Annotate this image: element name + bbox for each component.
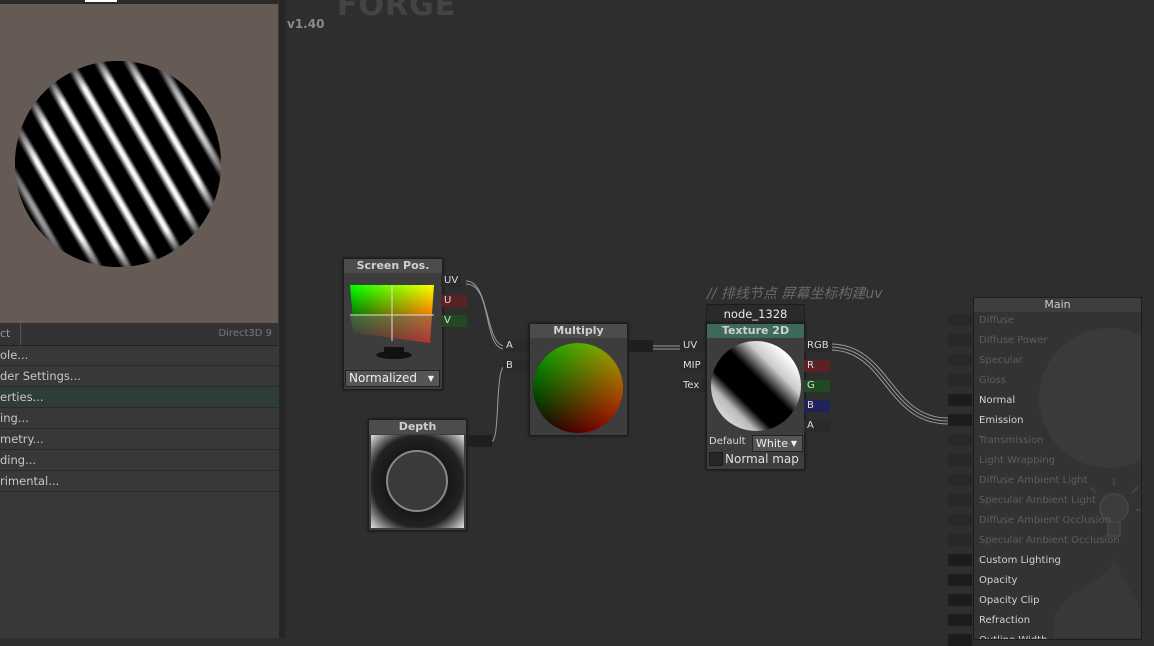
dropdown-value: White xyxy=(756,437,788,450)
node-comment: // 排线节点 屏幕坐标构建uv xyxy=(707,286,883,302)
main-input-specular-ambient-light: Specular Ambient Light xyxy=(979,495,1097,506)
main-input-gloss: Gloss xyxy=(979,375,1007,386)
node-depth[interactable]: Depth xyxy=(368,419,467,531)
depth-preview xyxy=(371,435,464,528)
chevron-down-icon: ▼ xyxy=(790,439,797,448)
main-input-socket[interactable] xyxy=(948,374,972,386)
default-color-dropdown[interactable]: White ▼ xyxy=(752,435,803,452)
input-port-a[interactable]: A xyxy=(503,340,531,352)
screen-pos-preview xyxy=(350,285,434,359)
main-input-socket[interactable] xyxy=(948,414,972,426)
output-port-u[interactable]: U xyxy=(441,295,467,307)
input-port-mip[interactable]: MIP xyxy=(680,360,706,372)
main-input-socket[interactable] xyxy=(948,614,972,626)
multiply-preview xyxy=(533,343,623,433)
main-input-socket[interactable] xyxy=(948,534,972,546)
main-input-socket[interactable] xyxy=(948,474,972,486)
input-port-tex[interactable]: Tex xyxy=(680,380,706,392)
main-input-opacity[interactable]: Opacity xyxy=(979,571,1017,591)
output-port-multiply[interactable] xyxy=(627,340,653,352)
wire-depth-to-b xyxy=(491,365,506,442)
node-id-label[interactable]: node_1328 xyxy=(706,304,805,324)
main-input-socket[interactable] xyxy=(948,354,972,366)
output-port-r[interactable]: R xyxy=(804,360,830,372)
main-input-diffuse: Diffuse xyxy=(979,315,1015,326)
main-input-socket[interactable] xyxy=(948,314,972,326)
main-input-socket[interactable] xyxy=(948,334,972,346)
chevron-down-icon: ▼ xyxy=(427,374,434,383)
main-input-diffuse-ambient-occlusion: Diffuse Ambient Occlusion xyxy=(979,515,1111,526)
wire-rgb-to-emission xyxy=(829,343,949,419)
texture-preview xyxy=(711,341,801,431)
wire-uv-to-a xyxy=(465,280,506,347)
output-port-v[interactable]: V xyxy=(441,315,467,327)
main-input-socket[interactable] xyxy=(948,454,972,466)
main-input-normal[interactable]: Normal xyxy=(979,391,1015,411)
main-input-diffuse-ambient-light: Diffuse Ambient Light xyxy=(979,475,1088,486)
main-input-emission[interactable]: Emission xyxy=(979,411,1024,431)
output-port-g[interactable]: G xyxy=(804,380,830,392)
node-title: Depth xyxy=(369,420,466,434)
node-title: Texture 2D xyxy=(707,324,804,338)
main-input-socket[interactable] xyxy=(948,574,972,586)
screen-pos-mode-dropdown[interactable]: Normalized ▼ xyxy=(345,370,440,387)
input-port-uv[interactable]: UV xyxy=(680,340,706,352)
main-input-socket[interactable] xyxy=(948,594,972,606)
main-input-transmission: Transmission xyxy=(979,435,1044,446)
main-input-specular: Specular xyxy=(979,355,1023,366)
node-screen-pos[interactable]: Screen Pos. Normalized ▼ xyxy=(343,258,443,390)
node-title: Main xyxy=(974,298,1141,312)
node-title: Screen Pos. xyxy=(344,259,442,273)
output-port-uv[interactable]: UV xyxy=(441,275,462,287)
main-input-light-wrapping: Light Wrapping xyxy=(979,455,1055,466)
main-input-specular-ambient-occlusion: Specular Ambient Occlusion xyxy=(979,535,1120,546)
node-main[interactable]: Main Diffuse Diffuse Power Specular Glos… xyxy=(973,297,1142,640)
main-input-socket[interactable] xyxy=(948,494,972,506)
output-port-depth[interactable] xyxy=(466,435,492,447)
main-input-opacity-clip[interactable]: Opacity Clip xyxy=(979,591,1040,611)
node-title: Multiply xyxy=(530,324,627,338)
main-input-refraction[interactable]: Refraction xyxy=(979,611,1030,631)
normal-map-checkbox[interactable] xyxy=(709,452,723,466)
main-input-socket[interactable] xyxy=(948,434,972,446)
node-texture2d[interactable]: Texture 2D Default White ▼ Normal map xyxy=(706,323,805,470)
node-multiply[interactable]: Multiply xyxy=(529,323,628,436)
main-input-socket[interactable] xyxy=(948,554,972,566)
main-input-socket[interactable] xyxy=(948,514,972,526)
main-input-custom-lighting[interactable]: Custom Lighting xyxy=(979,551,1061,571)
main-input-socket[interactable] xyxy=(948,394,972,406)
output-port-a[interactable]: A xyxy=(804,420,830,432)
main-input-outline-width[interactable]: Outline Width xyxy=(979,631,1047,639)
output-port-rgb[interactable]: RGB xyxy=(804,340,832,352)
main-input-diffuse-power: Diffuse Power xyxy=(979,335,1048,346)
default-label: Default xyxy=(709,436,746,447)
input-port-b[interactable]: B xyxy=(503,360,531,372)
normal-map-label: Normal map xyxy=(725,452,799,466)
output-port-b[interactable]: B xyxy=(804,400,830,412)
main-input-socket[interactable] xyxy=(948,634,972,646)
dropdown-value: Normalized xyxy=(349,371,418,385)
